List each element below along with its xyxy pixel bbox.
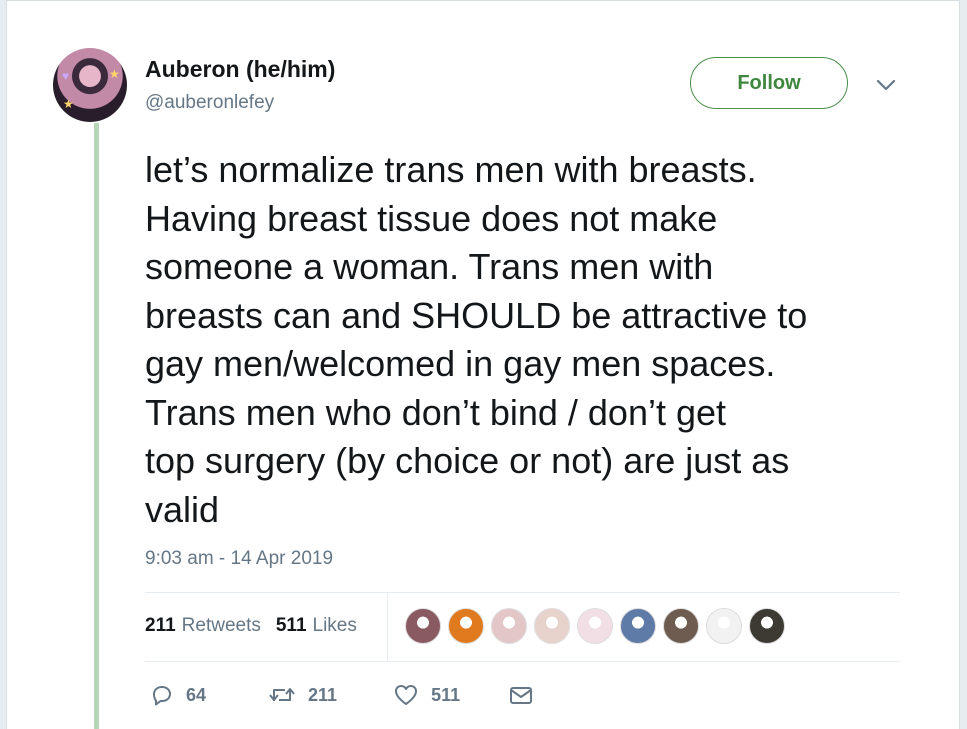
reply-count: 64 xyxy=(186,684,207,705)
likes-label: Likes xyxy=(312,615,357,636)
stats-vertical-divider xyxy=(387,593,388,661)
retweets-count: 211 xyxy=(145,615,176,636)
stats-divider-bottom xyxy=(145,661,900,662)
reply-button[interactable]: 64 xyxy=(150,683,206,707)
likes-count: 511 xyxy=(275,615,307,636)
heart-icon xyxy=(395,685,418,705)
stats-divider-top xyxy=(145,592,900,593)
liker-avatar[interactable] xyxy=(620,608,656,644)
sparkle-icon: ★ xyxy=(109,67,120,81)
reply-icon xyxy=(153,686,171,706)
liker-avatar[interactable] xyxy=(749,608,785,644)
follow-button[interactable]: Follow xyxy=(690,57,848,109)
author-handle[interactable]: @auberonlefey xyxy=(145,92,274,114)
liker-avatar[interactable] xyxy=(534,608,570,644)
sparkle-icon: ♥ xyxy=(62,69,70,83)
like-button[interactable]: 511 xyxy=(393,683,460,707)
chevron-down-icon[interactable] xyxy=(873,74,899,96)
like-count: 511 xyxy=(431,684,461,705)
retweet-icon xyxy=(269,688,295,701)
tweet-stats: 211 Retweets 511 Likes xyxy=(145,615,372,637)
tweet-timestamp[interactable]: 9:03 am - 14 Apr 2019 xyxy=(145,548,333,570)
liker-avatar[interactable] xyxy=(448,608,484,644)
sparkle-icon: ★ xyxy=(63,97,74,111)
retweets-label: Retweets xyxy=(181,615,261,636)
avatar[interactable]: ♥ ★ ★ xyxy=(53,48,127,122)
retweet-count: 211 xyxy=(308,684,338,705)
liker-avatar[interactable] xyxy=(706,608,742,644)
liker-avatar[interactable] xyxy=(663,608,699,644)
retweet-button[interactable]: 211 xyxy=(268,683,337,707)
liker-avatars xyxy=(405,608,792,644)
tweet-actions: 64 211 511 xyxy=(150,683,546,707)
liker-avatar[interactable] xyxy=(491,608,527,644)
author-name[interactable]: Auberon (he/him) xyxy=(145,56,335,83)
message-icon xyxy=(510,687,533,704)
liker-avatar[interactable] xyxy=(577,608,613,644)
liker-avatar[interactable] xyxy=(405,608,441,644)
retweets-stat[interactable]: 211 Retweets xyxy=(145,615,261,637)
direct-message-button[interactable] xyxy=(508,684,546,706)
thread-line xyxy=(94,123,99,729)
tweet-text: let’s normalize trans men with breasts. … xyxy=(145,149,808,530)
likes-stat[interactable]: 511 Likes xyxy=(276,615,357,637)
